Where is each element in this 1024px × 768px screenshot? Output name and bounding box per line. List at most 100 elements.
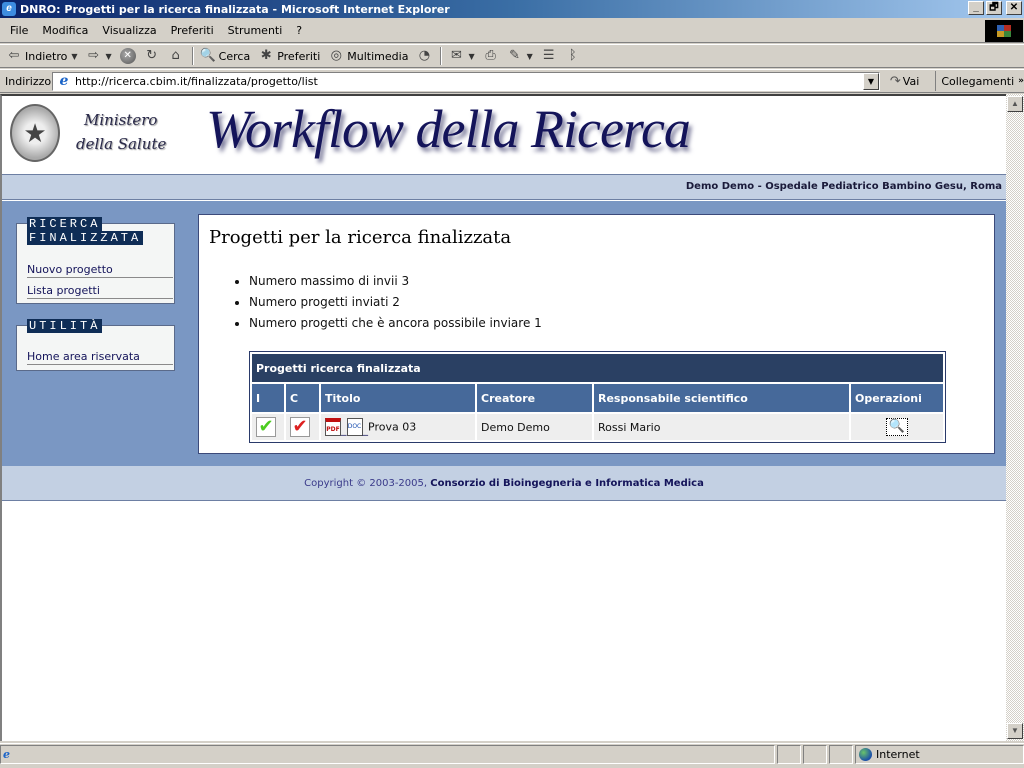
info-submitted-count: Numero progetti inviati 2 bbox=[249, 292, 542, 313]
sidebar-link-home-area-riservata[interactable]: Home area riservata bbox=[27, 350, 173, 365]
bluetooth-button[interactable]: ᛒ bbox=[565, 48, 581, 64]
stop-button[interactable]: ✕ bbox=[119, 48, 136, 64]
table-caption-row: Progetti ricerca finalizzata bbox=[252, 354, 943, 382]
page-icon: e bbox=[59, 73, 69, 89]
mail-dropdown-icon[interactable]: ▼ bbox=[468, 52, 474, 61]
content-panel: Progetti per la ricerca finalizzata Nume… bbox=[198, 214, 995, 454]
menu-strumenti[interactable]: Strumenti bbox=[221, 24, 290, 37]
media-button[interactable]: ◎ Multimedia bbox=[328, 48, 409, 64]
status-pane bbox=[829, 744, 853, 764]
main-area: RICERCA FINALIZZATA Nuovo progetto Lista… bbox=[2, 201, 1006, 466]
cell-responsabile: Rossi Mario bbox=[594, 414, 849, 440]
favorites-button[interactable]: ✱ Preferiti bbox=[258, 48, 321, 64]
info-max-submissions: Numero massimo di invii 3 bbox=[249, 271, 542, 292]
history-button[interactable]: ◔ bbox=[416, 48, 432, 64]
status-bar: e Internet bbox=[0, 743, 1024, 764]
menu-visualizza[interactable]: Visualizza bbox=[95, 24, 163, 37]
pdf-icon[interactable]: PDF bbox=[325, 418, 341, 436]
links-more-icon[interactable]: » bbox=[1018, 76, 1024, 86]
mail-button[interactable]: ✉ bbox=[448, 48, 464, 64]
forward-arrow-icon: ⇨ bbox=[88, 48, 99, 63]
scroll-down-icon[interactable]: ▼ bbox=[1007, 723, 1023, 739]
table-row: ✔ ✔ PDF_DOC_Prova 03 Demo Demo Rossi Mar… bbox=[252, 414, 943, 440]
sidebar-section-title: RICERCA FINALIZZATA bbox=[27, 217, 144, 245]
forward-button[interactable]: ⇨ bbox=[86, 48, 102, 64]
info-remaining-count: Numero progetti che è ancora possibile i… bbox=[249, 313, 542, 334]
status-pane bbox=[803, 744, 827, 764]
menu-preferiti[interactable]: Preferiti bbox=[164, 24, 221, 37]
cell-completato: ✔ bbox=[286, 414, 319, 440]
window-controls: _ 🗗 ✕ bbox=[968, 1, 1022, 15]
search-button[interactable]: 🔍 Cerca bbox=[200, 48, 251, 64]
user-info: Demo Demo - Ospedale Pediatrico Bambino … bbox=[685, 181, 1002, 192]
document-icon[interactable]: DOC bbox=[346, 418, 363, 436]
ie-app-icon: e bbox=[2, 2, 16, 16]
address-label: Indirizzo bbox=[5, 74, 52, 88]
minimize-button[interactable]: _ bbox=[968, 1, 984, 15]
page-status-icon: e bbox=[3, 747, 10, 761]
menu-modifica[interactable]: Modifica bbox=[35, 24, 95, 37]
search-icon: 🔍 bbox=[199, 48, 216, 63]
refresh-button[interactable]: ↻ bbox=[144, 48, 160, 64]
favorites-icon: ✱ bbox=[260, 48, 272, 63]
menu-help[interactable]: ? bbox=[289, 24, 309, 37]
table-header-row: I C Titolo Creatore Responsabile scienti… bbox=[252, 384, 943, 412]
go-label: Vai bbox=[902, 74, 920, 88]
bluetooth-icon: ᛒ bbox=[568, 48, 577, 63]
col-header-operazioni: Operazioni bbox=[851, 384, 943, 412]
project-title-link[interactable]: Prova 03 bbox=[368, 421, 416, 434]
vertical-scrollbar[interactable]: ▲ ▼ bbox=[1006, 94, 1024, 741]
address-bar: Indirizzo e ▼ ↷ Vai Collegamenti » bbox=[0, 69, 1024, 93]
print-button[interactable]: ⎙ bbox=[483, 48, 499, 64]
browser-toolbar: ⇦ Indietro ▼ ⇨ ▼ ✕ ↻ ⌂ 🔍 Cerca ✱ Preferi… bbox=[0, 44, 1024, 68]
menu-file[interactable]: File bbox=[3, 24, 35, 37]
stop-icon: ✕ bbox=[119, 48, 136, 64]
back-arrow-icon: ⇦ bbox=[8, 48, 20, 63]
edit-dropdown-icon[interactable]: ▼ bbox=[527, 52, 533, 61]
col-header-responsabile: Responsabile scientifico bbox=[594, 384, 849, 412]
home-icon: ⌂ bbox=[171, 48, 180, 63]
back-label: Indietro bbox=[25, 49, 68, 63]
organization-name: Consorzio di Bioingegneria e Informatica… bbox=[430, 478, 704, 489]
view-magnifier-icon[interactable]: 🔍 bbox=[886, 418, 908, 436]
home-button[interactable]: ⌂ bbox=[168, 48, 184, 64]
search-label: Cerca bbox=[218, 49, 251, 63]
links-label: Collegamenti bbox=[941, 74, 1015, 88]
links-button[interactable]: Collegamenti » bbox=[935, 71, 1024, 91]
history-icon: ◔ bbox=[418, 48, 431, 63]
cell-operazioni: 🔍 bbox=[851, 414, 943, 440]
sidebar-box-utilita: UTILITÀ Home area riservata bbox=[16, 319, 175, 371]
restore-button[interactable]: 🗗 bbox=[986, 1, 1002, 15]
go-button[interactable]: ↷ Vai bbox=[890, 74, 935, 89]
refresh-icon: ↻ bbox=[146, 48, 158, 63]
edit-button[interactable]: ✎ bbox=[507, 48, 523, 64]
window-titlebar: e DNRO: Progetti per la ricerca finalizz… bbox=[0, 0, 1024, 18]
mail-icon: ✉ bbox=[450, 48, 462, 63]
close-button[interactable]: ✕ bbox=[1006, 1, 1022, 15]
submission-info-list: Numero massimo di invii 3 Numero progett… bbox=[249, 271, 542, 334]
table-caption: Progetti ricerca finalizzata bbox=[252, 354, 943, 382]
col-header-inviato: I bbox=[252, 384, 284, 412]
print-icon: ⎙ bbox=[485, 48, 496, 63]
status-pane bbox=[777, 744, 801, 764]
address-dropdown-icon[interactable]: ▼ bbox=[862, 72, 879, 90]
url-input[interactable] bbox=[75, 74, 865, 88]
forward-dropdown-icon[interactable]: ▼ bbox=[106, 52, 112, 61]
menu-bar: File Modifica Visualizza Preferiti Strum… bbox=[0, 19, 1024, 43]
back-button[interactable]: ⇦ Indietro bbox=[6, 48, 68, 64]
discuss-icon: ☰ bbox=[542, 48, 555, 63]
discuss-button[interactable]: ☰ bbox=[541, 48, 557, 64]
sidebar-link-nuovo-progetto[interactable]: Nuovo progetto bbox=[27, 263, 173, 278]
cell-creatore: Demo Demo bbox=[477, 414, 592, 440]
go-arrow-icon: ↷ bbox=[889, 73, 901, 89]
address-field[interactable]: e ▼ bbox=[52, 71, 880, 91]
checkmark-red-icon: ✔ bbox=[290, 417, 310, 437]
page-title: Progetti per la ricerca finalizzata bbox=[209, 227, 512, 248]
back-dropdown-icon[interactable]: ▼ bbox=[71, 52, 77, 61]
scroll-up-icon[interactable]: ▲ bbox=[1007, 96, 1023, 112]
ministry-line1: Ministero bbox=[84, 111, 158, 129]
toolbar-separator bbox=[440, 47, 443, 65]
sidebar-link-lista-progetti[interactable]: Lista progetti bbox=[27, 284, 173, 299]
security-zone: Internet bbox=[855, 744, 1024, 764]
window-title: DNRO: Progetti per la ricerca finalizzat… bbox=[20, 2, 450, 16]
